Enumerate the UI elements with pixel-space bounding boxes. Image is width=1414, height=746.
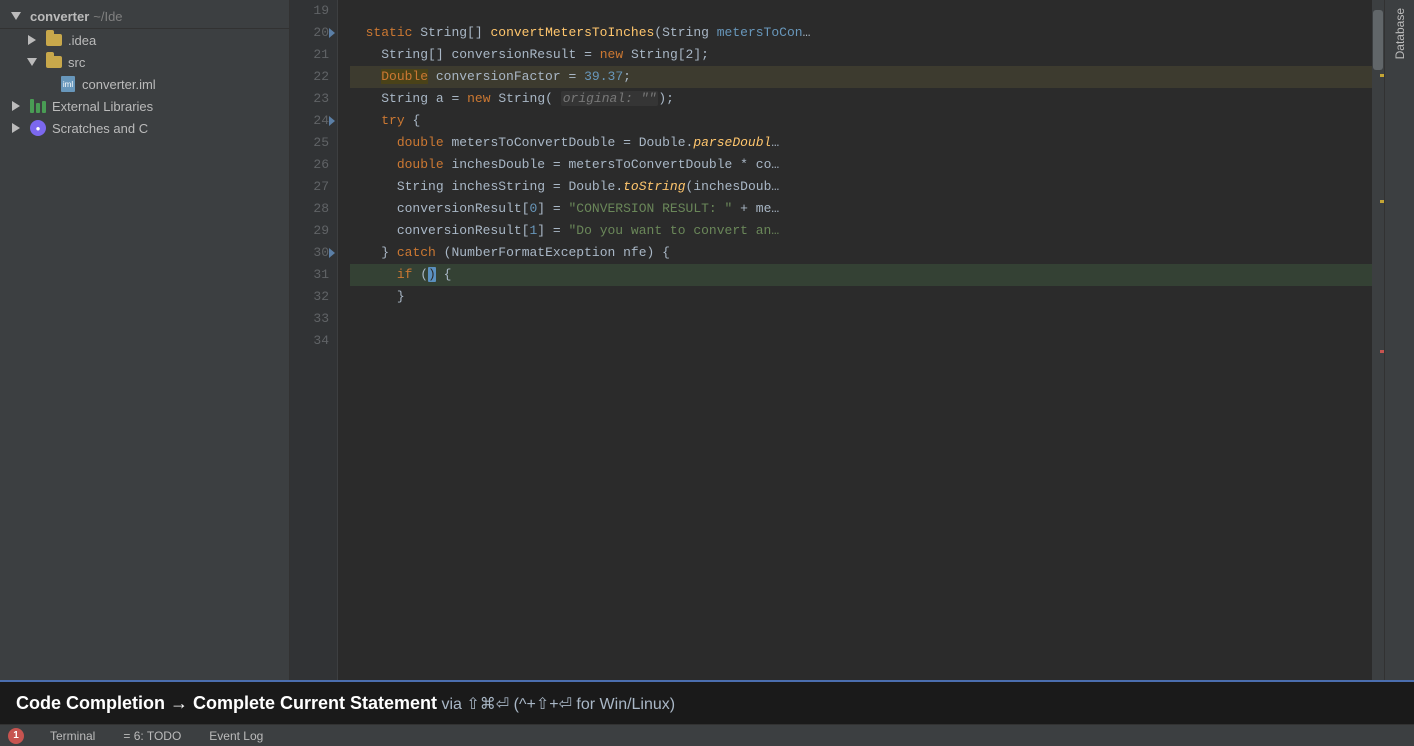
hint-suffix: via ⇧⌘⏎ (^+⇧+⏎ for Win/Linux) [437, 696, 675, 713]
code-line-20: static String[] convertMetersToInches(St… [350, 22, 1372, 44]
ln-27: 27 [290, 176, 329, 198]
ln-34: 34 [290, 330, 329, 352]
idea-collapse-icon [24, 32, 40, 48]
code-line-19 [350, 0, 1372, 22]
src-collapse-icon [24, 54, 40, 70]
code-line-22: Double conversionFactor = 39.37; [350, 66, 1372, 88]
project-collapse-icon[interactable] [8, 8, 24, 24]
line-numbers: 19 20 21 22 23 24 25 26 27 28 29 30 31 3… [290, 0, 338, 680]
sidebar-item-src[interactable]: src [0, 51, 289, 73]
scratches-icon [30, 120, 46, 136]
todo-tab[interactable]: = 6: TODO [117, 727, 187, 745]
project-title: converter [30, 9, 89, 24]
code-line-27: String inchesString = Double.toString(in… [350, 176, 1372, 198]
code-line-33 [350, 308, 1372, 330]
ln-32: 32 [290, 286, 329, 308]
code-line-21: String[] conversionResult = new String[2… [350, 44, 1372, 66]
bottom-hint: Code Completion → Complete Current State… [16, 693, 675, 714]
iml-label: converter.iml [82, 77, 156, 92]
code-line-24: try { [350, 110, 1372, 132]
gutter-mark-2 [1380, 200, 1384, 203]
iml-file-icon: iml [60, 76, 76, 92]
error-badge: 1 [8, 728, 24, 744]
code-content[interactable]: static String[] convertMetersToInches(St… [338, 0, 1372, 680]
main-area: converter ~/Ide .idea src i [0, 0, 1414, 680]
libs-collapse-icon [8, 98, 24, 114]
project-header[interactable]: converter ~/Ide [0, 4, 289, 29]
scrollbar-thumb[interactable] [1373, 10, 1383, 70]
code-line-34 [350, 330, 1372, 352]
sidebar-item-converter-iml[interactable]: iml converter.iml [0, 73, 289, 95]
src-folder-icon [46, 54, 62, 70]
code-line-30: } catch (NumberFormatException nfe) { [350, 242, 1372, 264]
code-line-25: double metersToConvertDouble = Double.pa… [350, 132, 1372, 154]
ln-30: 30 [290, 242, 329, 264]
terminal-tab[interactable]: Terminal [44, 727, 101, 745]
code-line-29: conversionResult[1] = "Do you want to co… [350, 220, 1372, 242]
sidebar-item-idea[interactable]: .idea [0, 29, 289, 51]
project-path: ~/Ide [93, 9, 122, 24]
scratches-collapse-icon [8, 120, 24, 136]
ln-26: 26 [290, 154, 329, 176]
scrollbar-track[interactable] [1372, 0, 1384, 680]
gutter-mark-3 [1380, 350, 1384, 353]
ln-33: 33 [290, 308, 329, 330]
sidebar: converter ~/Ide .idea src i [0, 0, 290, 680]
sidebar-item-scratches[interactable]: Scratches and C [0, 117, 289, 139]
src-label: src [68, 55, 85, 70]
hint-prefix: Code Completion → Complete Current State… [16, 693, 437, 713]
code-line-28: conversionResult[0] = "CONVERSION RESULT… [350, 198, 1372, 220]
libs-icon [30, 98, 46, 114]
ln-31: 31 [290, 264, 329, 286]
code-line-31: if () { [350, 264, 1372, 286]
ln-29: 29 [290, 220, 329, 242]
ln-25: 25 [290, 132, 329, 154]
code-line-26: double inchesDouble = metersToConvertDou… [350, 154, 1372, 176]
ln-22: 22 [290, 66, 329, 88]
ln-23: 23 [290, 88, 329, 110]
event-log-tab[interactable]: Event Log [203, 727, 269, 745]
code-line-32: } [350, 286, 1372, 308]
ln-19: 19 [290, 0, 329, 22]
scratches-label: Scratches and C [52, 121, 148, 136]
editor-area: 19 20 21 22 23 24 25 26 27 28 29 30 31 3… [290, 0, 1384, 680]
ln-24: 24 [290, 110, 329, 132]
ln-21: 21 [290, 44, 329, 66]
idea-label: .idea [68, 33, 96, 48]
ln-28: 28 [290, 198, 329, 220]
sidebar-item-external-libraries[interactable]: External Libraries [0, 95, 289, 117]
ln-20: 20 [290, 22, 329, 44]
bottom-bar: Code Completion → Complete Current State… [0, 680, 1414, 724]
gutter-mark-1 [1380, 74, 1384, 77]
idea-folder-icon [46, 32, 62, 48]
code-line-23: String a = new String( original: ""); [350, 88, 1372, 110]
db-sidebar[interactable]: Database [1384, 0, 1414, 680]
db-label[interactable]: Database [1393, 0, 1407, 67]
status-bar: 1 Terminal = 6: TODO Event Log [0, 724, 1414, 746]
external-libraries-label: External Libraries [52, 99, 153, 114]
